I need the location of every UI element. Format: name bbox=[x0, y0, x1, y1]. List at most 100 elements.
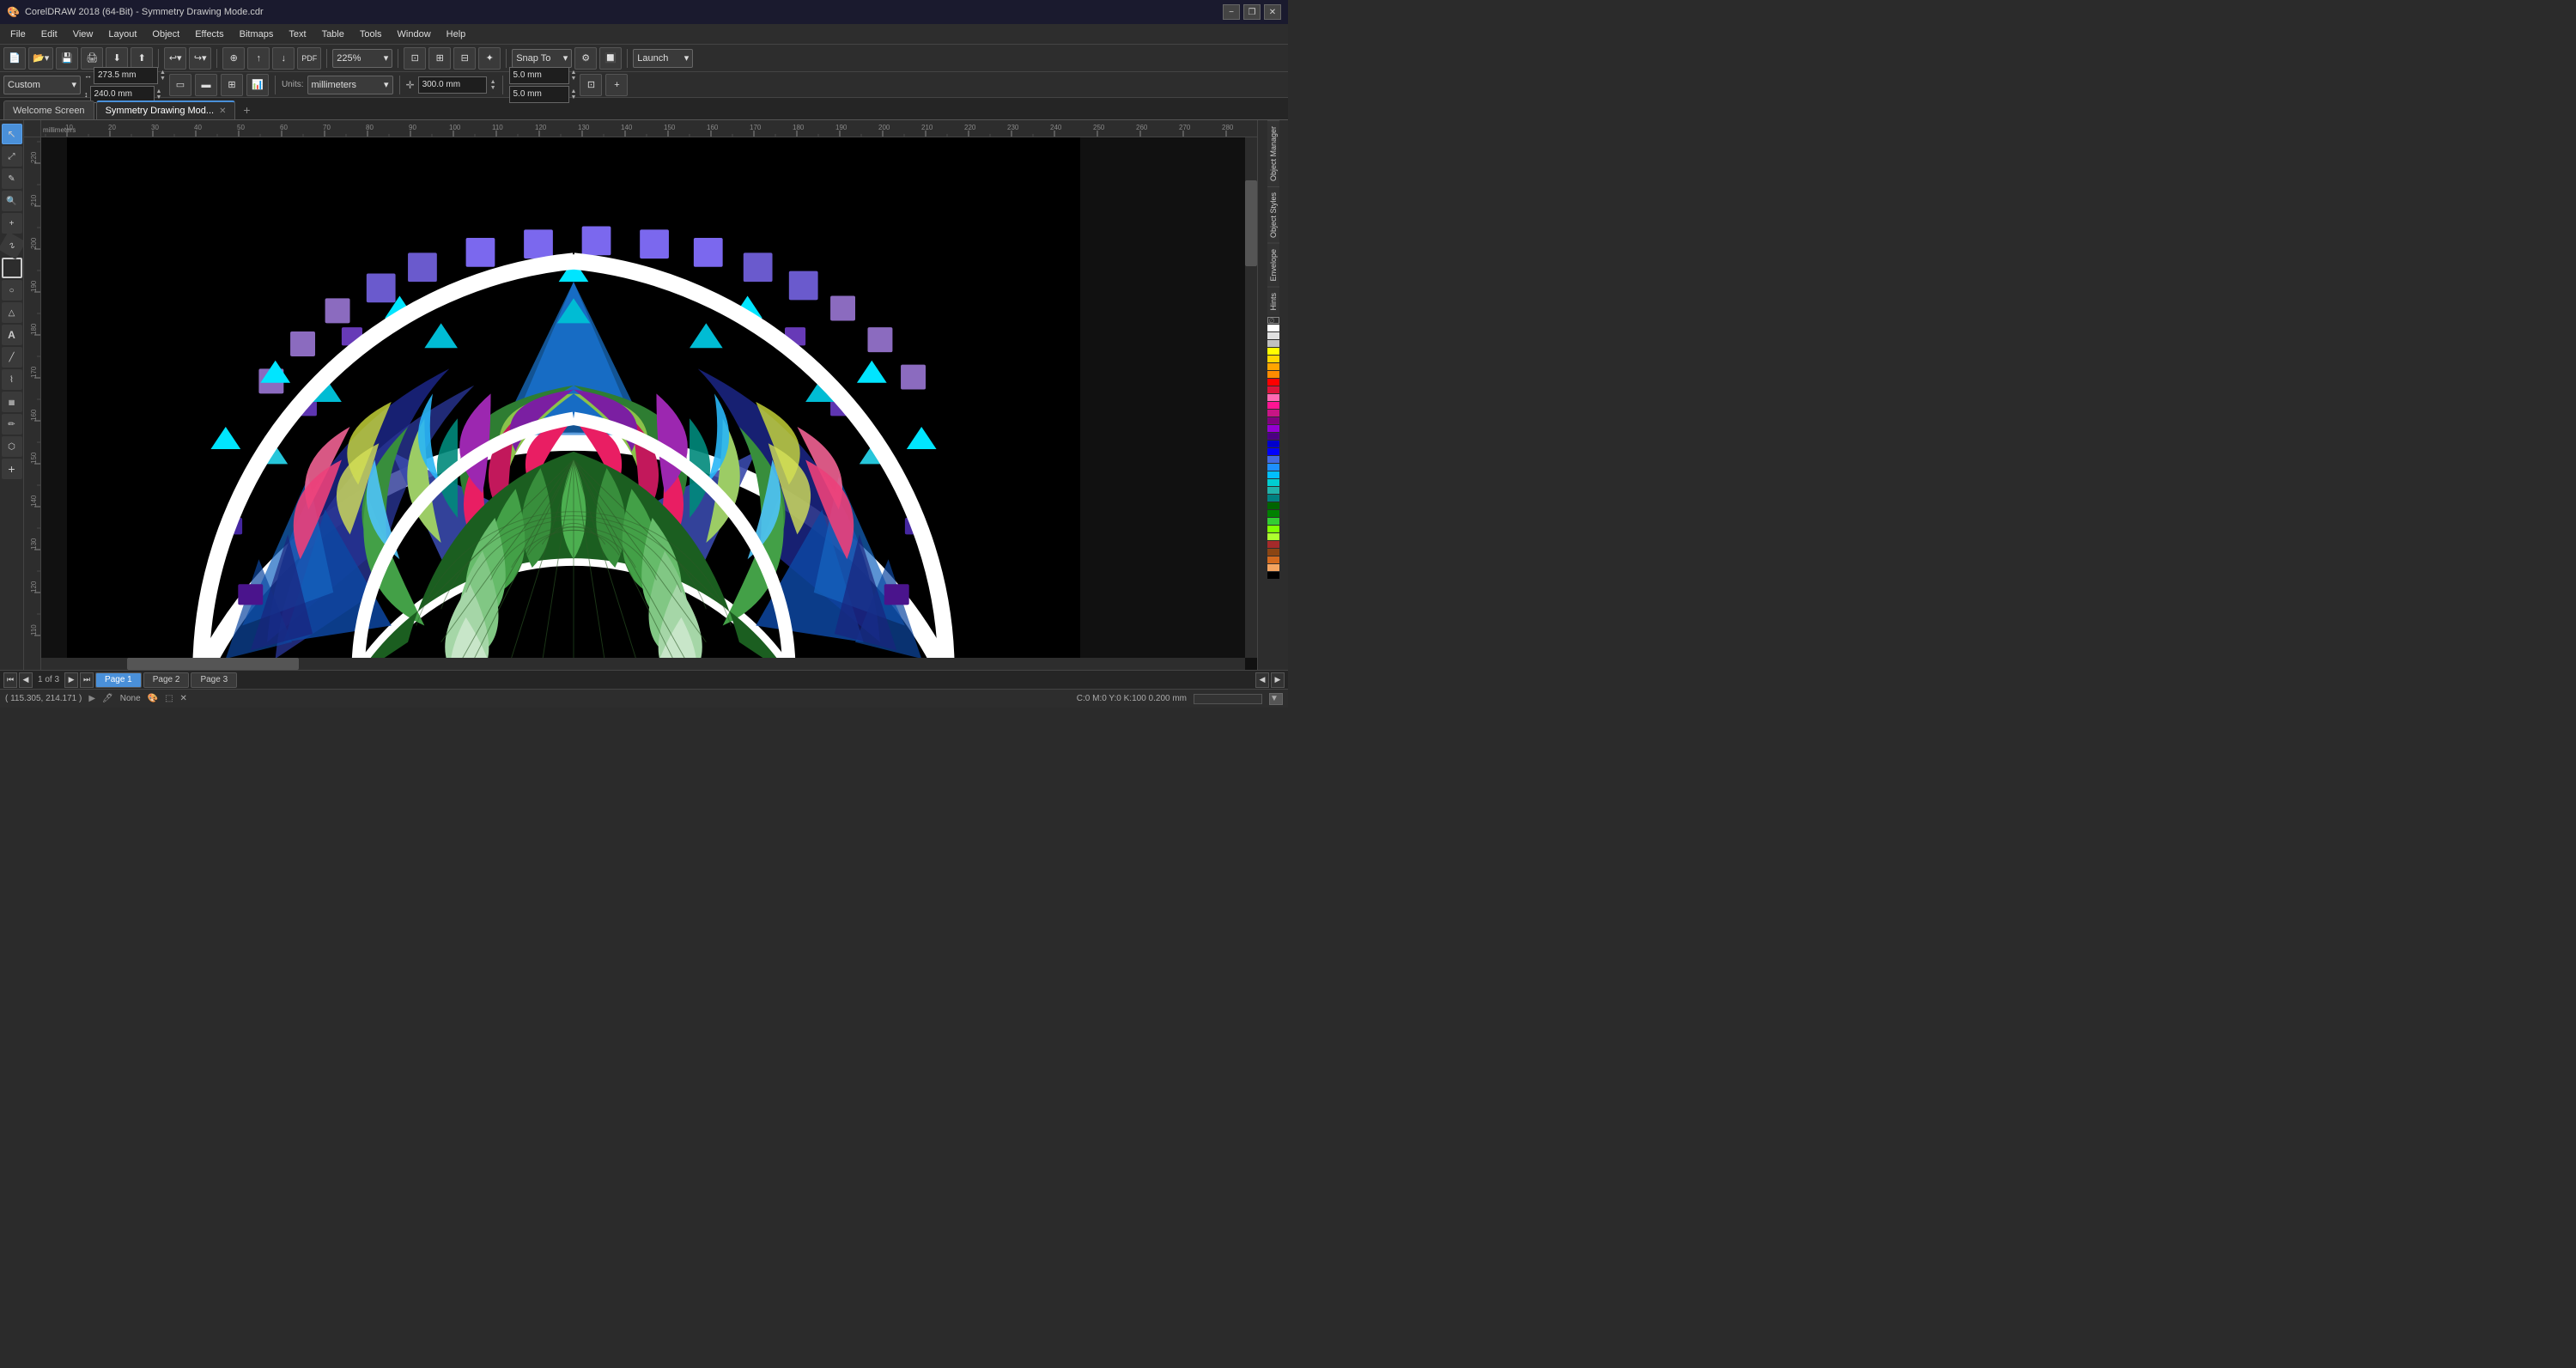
menu-view[interactable]: View bbox=[66, 27, 100, 41]
portrait-btn[interactable]: ▭ bbox=[169, 74, 191, 96]
nudge2-up[interactable]: ▲ bbox=[571, 88, 577, 94]
menu-file[interactable]: File bbox=[3, 27, 33, 41]
swatch-darkgreen[interactable] bbox=[1267, 502, 1279, 509]
height-down[interactable]: ▼ bbox=[156, 94, 162, 100]
swatch-deepskyblue[interactable] bbox=[1267, 471, 1279, 478]
next-page-btn[interactable]: ▶ bbox=[64, 672, 78, 688]
swatch-chocolate[interactable] bbox=[1267, 556, 1279, 563]
envelope-tab[interactable]: Envelope bbox=[1267, 243, 1279, 287]
swatch-yellow[interactable] bbox=[1267, 348, 1279, 355]
select-tool-btn[interactable]: ↖ bbox=[2, 124, 22, 144]
landscape-btn[interactable]: ▬ bbox=[195, 74, 217, 96]
snapto-dropdown[interactable]: Snap To ▾ bbox=[512, 49, 572, 68]
swatch-red[interactable] bbox=[1267, 379, 1279, 386]
shape-tool-btn[interactable]: ⤢ bbox=[2, 146, 22, 167]
object-manager-tab[interactable]: Object Manager bbox=[1267, 120, 1279, 186]
swatch-greenyellow[interactable] bbox=[1267, 533, 1279, 540]
tab-symmetry-close[interactable]: ✕ bbox=[219, 106, 226, 116]
ellipse-tool-btn[interactable]: ○ bbox=[2, 280, 22, 301]
launch-dropdown[interactable]: Launch ▾ bbox=[633, 49, 693, 68]
last-page-btn[interactable]: ⏭ bbox=[80, 672, 94, 688]
menu-help[interactable]: Help bbox=[440, 27, 473, 41]
open-dropdown[interactable]: 📂▾ bbox=[28, 47, 53, 70]
height-spinners[interactable]: ▲ ▼ bbox=[156, 88, 162, 100]
swatch-sandybrown[interactable] bbox=[1267, 564, 1279, 571]
page-scroll-right[interactable]: ▶ bbox=[1271, 672, 1285, 688]
zoom-dropdown[interactable]: 225% ▾ bbox=[332, 49, 392, 68]
coord-expand-btn[interactable]: ▶ bbox=[88, 694, 95, 703]
down-button[interactable]: ↓ bbox=[272, 47, 295, 70]
view-toggle[interactable]: ⊟ bbox=[453, 47, 476, 70]
page-layout[interactable]: ⊞ bbox=[221, 74, 243, 96]
width-spinners[interactable]: ▲ ▼ bbox=[160, 70, 166, 82]
menu-tools[interactable]: Tools bbox=[353, 27, 389, 41]
new-button[interactable]: 📄 bbox=[3, 47, 26, 70]
swatch-darkviolet[interactable] bbox=[1267, 425, 1279, 432]
nudge2-spinners[interactable]: ▲ ▼ bbox=[571, 88, 577, 100]
swatch-orange[interactable] bbox=[1267, 363, 1279, 370]
close-button[interactable]: ✕ bbox=[1264, 4, 1281, 20]
undo-dropdown[interactable]: ↩▾ bbox=[164, 47, 186, 70]
swatch-deeppink[interactable] bbox=[1267, 402, 1279, 409]
menu-effects[interactable]: Effects bbox=[188, 27, 230, 41]
text-tool-btn[interactable]: A bbox=[2, 325, 22, 345]
posx-spinners[interactable]: ▲ ▼ bbox=[490, 79, 496, 91]
page-border[interactable]: 📊 bbox=[246, 74, 269, 96]
first-page-btn[interactable]: ⏮ bbox=[3, 672, 17, 688]
horizontal-scrollbar[interactable] bbox=[41, 658, 1245, 670]
snap-toggle[interactable]: 🔲 bbox=[599, 47, 622, 70]
hints-tab[interactable]: Hints bbox=[1267, 287, 1279, 316]
nudge1-spinners[interactable]: ▲ ▼ bbox=[571, 70, 577, 82]
save-button[interactable]: 💾 bbox=[56, 47, 78, 70]
posx-up[interactable]: ▲ bbox=[490, 79, 496, 85]
minimize-button[interactable]: − bbox=[1223, 4, 1240, 20]
posx-down[interactable]: ▼ bbox=[490, 85, 496, 91]
pdf-export[interactable]: PDF bbox=[297, 47, 321, 70]
swatch-purple[interactable] bbox=[1267, 417, 1279, 424]
swatch-teal[interactable] bbox=[1267, 495, 1279, 502]
preset-dropdown[interactable]: Custom ▾ bbox=[3, 76, 81, 94]
width-down[interactable]: ▼ bbox=[160, 76, 166, 82]
tab-symmetry[interactable]: Symmetry Drawing Mod... ✕ bbox=[96, 100, 236, 119]
menu-layout[interactable]: Layout bbox=[101, 27, 143, 41]
color-none[interactable]: ∅ bbox=[1267, 317, 1279, 324]
pencil-tool-btn[interactable]: ✏ bbox=[2, 414, 22, 435]
bezier-tool-btn[interactable]: ∿ bbox=[0, 232, 24, 260]
units-dropdown[interactable]: millimeters ▾ bbox=[307, 76, 393, 94]
restore-button[interactable]: ❐ bbox=[1243, 4, 1261, 20]
swatch-limegreen[interactable] bbox=[1267, 518, 1279, 525]
page2-tab[interactable]: Page 2 bbox=[143, 672, 190, 688]
resize-btn[interactable]: ⊡ bbox=[580, 74, 602, 96]
swatch-medblue[interactable] bbox=[1267, 441, 1279, 447]
swatch-blue[interactable] bbox=[1267, 448, 1279, 455]
swatch-crimson[interactable] bbox=[1267, 386, 1279, 393]
swatch-saddlebrown[interactable] bbox=[1267, 549, 1279, 556]
nudge1-input[interactable] bbox=[509, 67, 569, 84]
up-button[interactable]: ↑ bbox=[247, 47, 270, 70]
nudge1-up[interactable]: ▲ bbox=[571, 70, 577, 76]
rectangle-tool-btn[interactable] bbox=[2, 258, 22, 278]
menu-text[interactable]: Text bbox=[282, 27, 313, 41]
swatch-gold[interactable] bbox=[1267, 356, 1279, 362]
swatch-gray[interactable] bbox=[1267, 340, 1279, 347]
page3-tab[interactable]: Page 3 bbox=[191, 672, 237, 688]
smart-fill-btn[interactable]: ⬡ bbox=[2, 436, 22, 457]
swatch-darkorange[interactable] bbox=[1267, 371, 1279, 378]
menu-table[interactable]: Table bbox=[315, 27, 351, 41]
vertical-scrollbar[interactable] bbox=[1245, 137, 1257, 658]
swatch-medvioletred[interactable] bbox=[1267, 410, 1279, 416]
menu-object[interactable]: Object bbox=[145, 27, 186, 41]
swatch-black[interactable] bbox=[1267, 572, 1279, 579]
swatch-white[interactable] bbox=[1267, 325, 1279, 331]
swatch-lightseagreen[interactable] bbox=[1267, 487, 1279, 494]
swatch-brown[interactable] bbox=[1267, 541, 1279, 548]
menu-window[interactable]: Window bbox=[391, 27, 438, 41]
view-options[interactable]: ⊞ bbox=[428, 47, 451, 70]
width-up[interactable]: ▲ bbox=[160, 70, 166, 76]
add-more-btn[interactable]: + bbox=[2, 459, 22, 479]
title-bar-controls[interactable]: − ❐ ✕ bbox=[1223, 4, 1281, 20]
swatch-green[interactable] bbox=[1267, 510, 1279, 517]
freehand-tool-btn[interactable]: ✎ bbox=[2, 168, 22, 189]
pen-tool-btn[interactable]: ⌇ bbox=[2, 369, 22, 390]
swatch-lightgray[interactable] bbox=[1267, 332, 1279, 339]
